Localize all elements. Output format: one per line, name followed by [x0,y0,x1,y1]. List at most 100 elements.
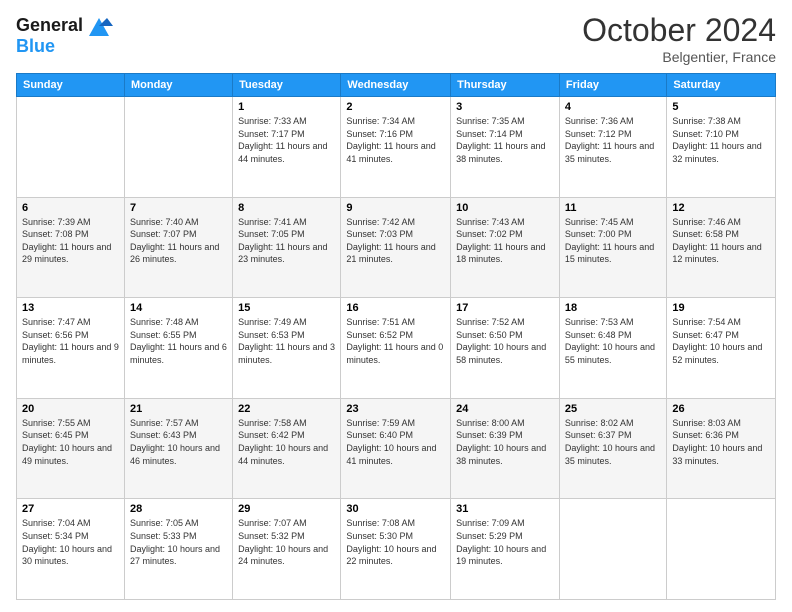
table-row: 11 Sunrise: 7:45 AMSunset: 7:00 PMDaylig… [559,197,666,298]
calendar-week-row: 27 Sunrise: 7:04 AMSunset: 5:34 PMDaylig… [17,499,776,600]
cell-day-number: 23 [346,403,445,415]
cell-day-number: 11 [565,202,661,214]
table-row: 9 Sunrise: 7:42 AMSunset: 7:03 PMDayligh… [341,197,451,298]
cell-day-number: 4 [565,101,661,113]
col-sunday: Sunday [17,74,125,97]
table-row: 23 Sunrise: 7:59 AMSunset: 6:40 PMDaylig… [341,398,451,499]
cell-info: Sunrise: 7:39 AMSunset: 7:08 PMDaylight:… [22,216,119,266]
col-wednesday: Wednesday [341,74,451,97]
cell-day-number: 3 [456,101,554,113]
location: Belgentier, France [582,49,776,65]
cell-info: Sunrise: 7:43 AMSunset: 7:02 PMDaylight:… [456,216,554,266]
calendar-week-row: 1 Sunrise: 7:33 AMSunset: 7:17 PMDayligh… [17,97,776,198]
page: General Blue October 2024 Belgentier, Fr… [0,0,792,612]
table-row: 28 Sunrise: 7:05 AMSunset: 5:33 PMDaylig… [124,499,232,600]
cell-day-number: 16 [346,302,445,314]
cell-day-number: 12 [672,202,770,214]
cell-day-number: 19 [672,302,770,314]
cell-day-number: 17 [456,302,554,314]
cell-day-number: 20 [22,403,119,415]
cell-day-number: 24 [456,403,554,415]
table-row [124,97,232,198]
col-thursday: Thursday [451,74,560,97]
cell-day-number: 1 [238,101,335,113]
cell-day-number: 8 [238,202,335,214]
cell-day-number: 25 [565,403,661,415]
table-row: 22 Sunrise: 7:58 AMSunset: 6:42 PMDaylig… [233,398,341,499]
cell-info: Sunrise: 7:47 AMSunset: 6:56 PMDaylight:… [22,316,119,366]
cell-info: Sunrise: 7:48 AMSunset: 6:55 PMDaylight:… [130,316,227,366]
cell-day-number: 18 [565,302,661,314]
table-row: 27 Sunrise: 7:04 AMSunset: 5:34 PMDaylig… [17,499,125,600]
cell-info: Sunrise: 7:40 AMSunset: 7:07 PMDaylight:… [130,216,227,266]
table-row: 12 Sunrise: 7:46 AMSunset: 6:58 PMDaylig… [667,197,776,298]
table-row: 6 Sunrise: 7:39 AMSunset: 7:08 PMDayligh… [17,197,125,298]
cell-day-number: 13 [22,302,119,314]
cell-info: Sunrise: 7:41 AMSunset: 7:05 PMDaylight:… [238,216,335,266]
table-row [559,499,666,600]
cell-day-number: 10 [456,202,554,214]
table-row: 1 Sunrise: 7:33 AMSunset: 7:17 PMDayligh… [233,97,341,198]
table-row: 10 Sunrise: 7:43 AMSunset: 7:02 PMDaylig… [451,197,560,298]
cell-info: Sunrise: 7:58 AMSunset: 6:42 PMDaylight:… [238,417,335,467]
table-row: 5 Sunrise: 7:38 AMSunset: 7:10 PMDayligh… [667,97,776,198]
cell-info: Sunrise: 7:46 AMSunset: 6:58 PMDaylight:… [672,216,770,266]
cell-day-number: 2 [346,101,445,113]
table-row: 15 Sunrise: 7:49 AMSunset: 6:53 PMDaylig… [233,298,341,399]
cell-info: Sunrise: 8:03 AMSunset: 6:36 PMDaylight:… [672,417,770,467]
cell-day-number: 31 [456,503,554,515]
cell-info: Sunrise: 7:49 AMSunset: 6:53 PMDaylight:… [238,316,335,366]
table-row: 18 Sunrise: 7:53 AMSunset: 6:48 PMDaylig… [559,298,666,399]
cell-day-number: 14 [130,302,227,314]
cell-day-number: 6 [22,202,119,214]
cell-day-number: 29 [238,503,335,515]
cell-day-number: 5 [672,101,770,113]
cell-info: Sunrise: 8:02 AMSunset: 6:37 PMDaylight:… [565,417,661,467]
cell-day-number: 26 [672,403,770,415]
table-row: 16 Sunrise: 7:51 AMSunset: 6:52 PMDaylig… [341,298,451,399]
col-tuesday: Tuesday [233,74,341,97]
table-row: 2 Sunrise: 7:34 AMSunset: 7:16 PMDayligh… [341,97,451,198]
cell-day-number: 9 [346,202,445,214]
table-row: 31 Sunrise: 7:09 AMSunset: 5:29 PMDaylig… [451,499,560,600]
logo: General Blue [16,12,113,57]
calendar-table: Sunday Monday Tuesday Wednesday Thursday… [16,73,776,600]
cell-info: Sunrise: 7:36 AMSunset: 7:12 PMDaylight:… [565,115,661,165]
cell-day-number: 7 [130,202,227,214]
cell-info: Sunrise: 7:45 AMSunset: 7:00 PMDaylight:… [565,216,661,266]
cell-day-number: 21 [130,403,227,415]
table-row: 20 Sunrise: 7:55 AMSunset: 6:45 PMDaylig… [17,398,125,499]
calendar-week-row: 13 Sunrise: 7:47 AMSunset: 6:56 PMDaylig… [17,298,776,399]
cell-info: Sunrise: 7:52 AMSunset: 6:50 PMDaylight:… [456,316,554,366]
cell-info: Sunrise: 7:54 AMSunset: 6:47 PMDaylight:… [672,316,770,366]
cell-day-number: 22 [238,403,335,415]
col-monday: Monday [124,74,232,97]
table-row [667,499,776,600]
table-row: 14 Sunrise: 7:48 AMSunset: 6:55 PMDaylig… [124,298,232,399]
logo-text: General [16,16,83,36]
cell-info: Sunrise: 7:42 AMSunset: 7:03 PMDaylight:… [346,216,445,266]
title-block: October 2024 Belgentier, France [582,12,776,65]
cell-day-number: 30 [346,503,445,515]
table-row: 25 Sunrise: 8:02 AMSunset: 6:37 PMDaylig… [559,398,666,499]
cell-info: Sunrise: 7:38 AMSunset: 7:10 PMDaylight:… [672,115,770,165]
table-row: 7 Sunrise: 7:40 AMSunset: 7:07 PMDayligh… [124,197,232,298]
table-row: 21 Sunrise: 7:57 AMSunset: 6:43 PMDaylig… [124,398,232,499]
cell-info: Sunrise: 7:53 AMSunset: 6:48 PMDaylight:… [565,316,661,366]
col-saturday: Saturday [667,74,776,97]
cell-info: Sunrise: 7:34 AMSunset: 7:16 PMDaylight:… [346,115,445,165]
table-row: 30 Sunrise: 7:08 AMSunset: 5:30 PMDaylig… [341,499,451,600]
month-title: October 2024 [582,12,776,49]
header: General Blue October 2024 Belgentier, Fr… [16,12,776,65]
table-row: 17 Sunrise: 7:52 AMSunset: 6:50 PMDaylig… [451,298,560,399]
table-row: 8 Sunrise: 7:41 AMSunset: 7:05 PMDayligh… [233,197,341,298]
cell-info: Sunrise: 8:00 AMSunset: 6:39 PMDaylight:… [456,417,554,467]
col-friday: Friday [559,74,666,97]
table-row: 29 Sunrise: 7:07 AMSunset: 5:32 PMDaylig… [233,499,341,600]
table-row: 4 Sunrise: 7:36 AMSunset: 7:12 PMDayligh… [559,97,666,198]
cell-info: Sunrise: 7:08 AMSunset: 5:30 PMDaylight:… [346,517,445,567]
calendar-header-row: Sunday Monday Tuesday Wednesday Thursday… [17,74,776,97]
table-row: 3 Sunrise: 7:35 AMSunset: 7:14 PMDayligh… [451,97,560,198]
cell-info: Sunrise: 7:51 AMSunset: 6:52 PMDaylight:… [346,316,445,366]
cell-info: Sunrise: 7:05 AMSunset: 5:33 PMDaylight:… [130,517,227,567]
